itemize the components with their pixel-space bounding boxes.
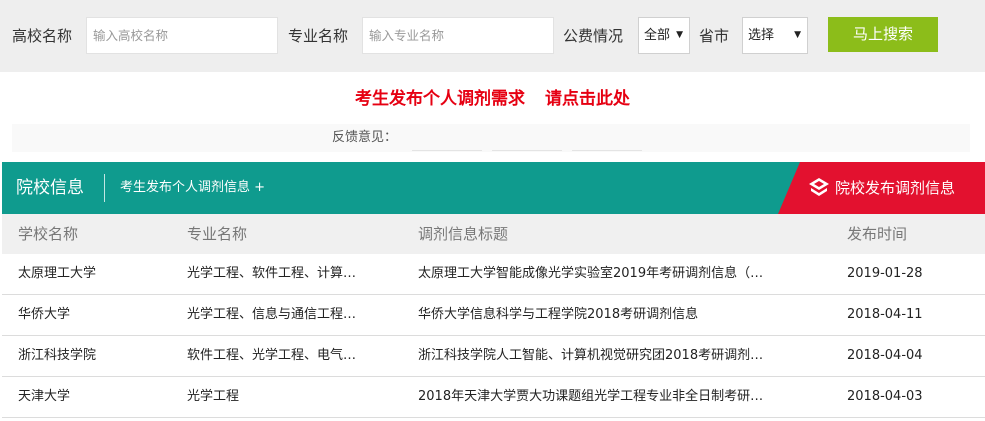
- cell-title[interactable]: 2018年天津大学贾大功课题组光学工程专业非全日制考研…: [418, 387, 790, 407]
- cell-title[interactable]: 太原理工大学智能成像光学实验室2019年考研调剂信息（…: [418, 264, 790, 284]
- feedback-input-2[interactable]: [492, 150, 562, 151]
- cell-school[interactable]: 天津大学: [18, 387, 178, 407]
- cell-title[interactable]: 浙江科技学院人工智能、计算机视觉研究团2018考研调剂…: [418, 346, 790, 366]
- feedback-input-1[interactable]: [412, 150, 482, 151]
- cell-date: 2018-04-11: [847, 307, 923, 322]
- school-name-label: 高校名称: [12, 27, 73, 45]
- school-post-label: 院校发布调剂信息: [835, 179, 956, 197]
- fee-status-select[interactable]: 全部 ▼: [638, 17, 690, 54]
- tab-school-info[interactable]: 院校信息: [16, 176, 84, 200]
- dropdown-arrow-icon: ▼: [794, 30, 801, 40]
- search-button[interactable]: 马上搜索: [828, 17, 938, 52]
- header-major: 专业名称: [187, 225, 248, 243]
- tab-bar: 院校信息 考生发布个人调剂信息 + 院校发布调剂信息: [2, 162, 985, 214]
- publish-icon: [809, 178, 829, 196]
- cell-school[interactable]: 华侨大学: [18, 305, 178, 325]
- promo-click-here[interactable]: 请点击此处: [545, 89, 630, 109]
- province-value: 选择: [748, 28, 775, 43]
- header-title: 调剂信息标题: [418, 225, 509, 243]
- fee-status-value: 全部: [644, 28, 671, 43]
- tab-divider: [104, 174, 105, 202]
- table-header: 学校名称 专业名称 调剂信息标题 发布时间: [2, 214, 985, 254]
- cell-date: 2018-04-04: [847, 348, 923, 363]
- table-row[interactable]: 太原理工大学 光学工程、软件工程、计算… 太原理工大学智能成像光学实验室2019…: [2, 254, 985, 295]
- cell-major: 光学工程、软件工程、计算…: [187, 266, 357, 281]
- header-school: 学校名称: [18, 225, 79, 243]
- student-post-link[interactable]: 考生发布个人调剂信息 +: [120, 178, 265, 198]
- province-select[interactable]: 选择 ▼: [742, 17, 808, 54]
- promo-link[interactable]: 考生发布个人调剂需求 请点击此处: [0, 87, 985, 111]
- cell-major: 光学工程、信息与通信工程…: [187, 307, 357, 322]
- table-row[interactable]: 浙江科技学院 软件工程、光学工程、电气… 浙江科技学院人工智能、计算机视觉研究团…: [2, 336, 985, 377]
- school-name-input[interactable]: [86, 17, 278, 54]
- dropdown-arrow-icon: ▼: [676, 30, 683, 40]
- province-label: 省市: [699, 27, 730, 45]
- feedback-bar: 反馈意见：: [12, 124, 970, 152]
- cell-major: 软件工程、光学工程、电气…: [187, 348, 357, 363]
- table-body: 太原理工大学 光学工程、软件工程、计算… 太原理工大学智能成像光学实验室2019…: [2, 254, 985, 418]
- major-name-label: 专业名称: [288, 27, 349, 45]
- fee-status-label: 公费情况: [563, 27, 624, 45]
- cell-school[interactable]: 浙江科技学院: [18, 346, 178, 366]
- cell-major: 光学工程: [187, 389, 240, 404]
- feedback-label: 反馈意见：: [332, 130, 398, 145]
- major-name-input[interactable]: [362, 17, 554, 54]
- cell-date: 2018-04-03: [847, 389, 923, 404]
- cell-school[interactable]: 太原理工大学: [18, 264, 178, 284]
- feedback-input-3[interactable]: [572, 150, 642, 151]
- search-bar: 高校名称 专业名称 公费情况 全部 ▼ 省市 选择 ▼ 马上搜索: [0, 0, 985, 72]
- school-post-button[interactable]: 院校发布调剂信息: [778, 162, 985, 214]
- promo-text[interactable]: 考生发布个人调剂需求: [355, 89, 525, 109]
- table-row[interactable]: 天津大学 光学工程 2018年天津大学贾大功课题组光学工程专业非全日制考研… 2…: [2, 377, 985, 418]
- cell-date: 2019-01-28: [847, 266, 923, 281]
- header-date: 发布时间: [847, 225, 908, 243]
- table-row[interactable]: 华侨大学 光学工程、信息与通信工程… 华侨大学信息科学与工程学院2018考研调剂…: [2, 295, 985, 336]
- cell-title[interactable]: 华侨大学信息科学与工程学院2018考研调剂信息: [418, 305, 790, 325]
